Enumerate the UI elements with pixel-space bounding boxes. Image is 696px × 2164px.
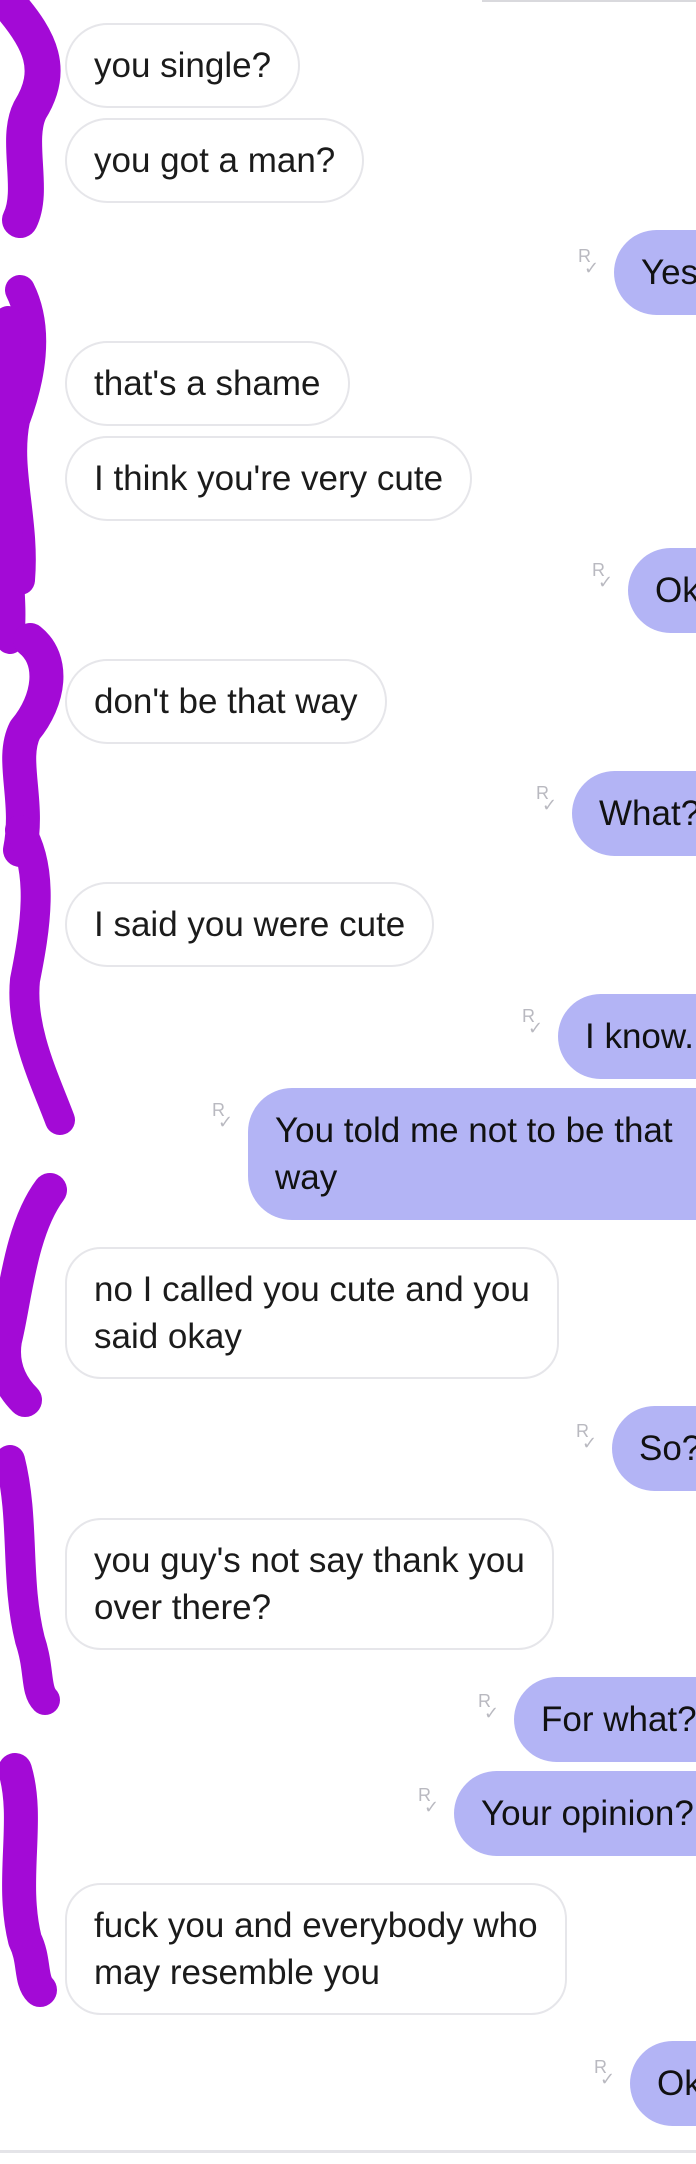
redaction-stroke xyxy=(0,1445,60,1715)
redaction-stroke xyxy=(0,0,61,238)
chat-thread[interactable]: you single? you got a man? R ✓ Yes that's… xyxy=(0,0,696,2164)
redaction-stroke xyxy=(0,1173,67,1417)
redaction-stroke xyxy=(0,1753,57,2007)
redaction-scribble xyxy=(0,0,75,2007)
redaction-stroke xyxy=(5,815,75,1135)
redaction-stroke xyxy=(0,306,27,654)
